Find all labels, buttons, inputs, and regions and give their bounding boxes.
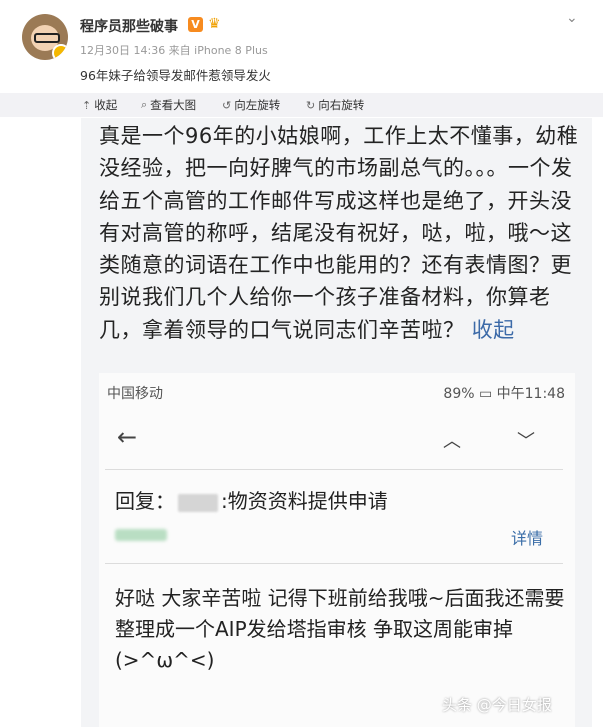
avatar[interactable] (22, 14, 68, 60)
email-subject: 回复： :物资资料提供申请 (115, 485, 388, 514)
verified-icon: V (188, 17, 203, 32)
post-meta: 12月30日 14:36 来自 iPhone 8 Plus (80, 44, 268, 57)
chevron-down-icon: ﹀ (517, 431, 535, 452)
carrier-label: 中国移动 (107, 386, 163, 402)
collapse-icon: ⇡ (82, 98, 92, 112)
crown-icon: ♛ (208, 16, 221, 32)
comment-body: 真是一个96年的小姑娘啊，工作上太不懂事，幼稚没经验，把一向好脾气的市场副总气的… (99, 124, 579, 342)
divider (105, 563, 563, 564)
view-large-label: 查看大图 (150, 98, 197, 112)
search-icon: ⌕ (141, 98, 148, 111)
avatar-glasses (34, 33, 60, 43)
username[interactable]: 程序员那些破事 (80, 16, 178, 36)
rotate-right-icon: ↻ (306, 98, 316, 112)
rotate-left-label: 向左旋转 (234, 98, 281, 112)
view-large-button[interactable]: ⌕ 查看大图 (141, 97, 196, 113)
divider (105, 469, 563, 470)
blurred-name (178, 493, 218, 512)
avatar-badge (52, 44, 68, 60)
back-arrow-icon: ← (117, 423, 138, 451)
chevron-up-icon: ︿ (443, 431, 461, 452)
subject-prefix: 回复： (115, 489, 175, 513)
subject-suffix: :物资资料提供申请 (221, 489, 388, 513)
collapse-label: 收起 (94, 98, 118, 112)
post-caption: 96年妹子给领导发邮件惹领导发火 (80, 68, 271, 83)
chevron-down-icon[interactable]: ⌄ (566, 10, 578, 26)
watermark: 头条 @今日女报 (442, 696, 552, 714)
rotate-left-icon: ↺ (222, 98, 232, 112)
collapse-button[interactable]: ⇡ 收起 (82, 97, 117, 113)
email-body: 好哒 大家辛苦啦 记得下班前给我哦~后面我还需要整理成一个AIP发给塔指审核 争… (115, 586, 565, 672)
phone-screenshot: 中国移动 89% ▭ 中午11:48 ← ︿ ﹀ 回复： :物资资料提供申请 详情… (99, 373, 575, 727)
image-comment-text: 真是一个96年的小姑娘啊，工作上太不懂事，幼稚没经验，把一向好脾气的市场副总气的… (99, 120, 579, 346)
image-toolbar: ⇡ 收起 ⌕ 查看大图 ↺ 向左旋转 ↻ 向右旋转 (0, 93, 603, 117)
comment-collapse-link: 收起 (471, 317, 515, 342)
blurred-sender (115, 529, 167, 541)
rotate-left-button[interactable]: ↺ 向左旋转 (222, 97, 280, 113)
post-image[interactable]: 真是一个96年的小姑娘啊，工作上太不懂事，幼稚没经验，把一向好脾气的市场副总气的… (81, 118, 592, 727)
status-bar-right: 89% ▭ 中午11:48 (443, 386, 565, 402)
rotate-right-label: 向右旋转 (318, 98, 365, 112)
rotate-right-button[interactable]: ↻ 向右旋转 (306, 97, 364, 113)
details-link: 详情 (511, 529, 544, 548)
weibo-post-card: 程序员那些破事 V ♛ 12月30日 14:36 来自 iPhone 8 Plu… (0, 0, 603, 727)
